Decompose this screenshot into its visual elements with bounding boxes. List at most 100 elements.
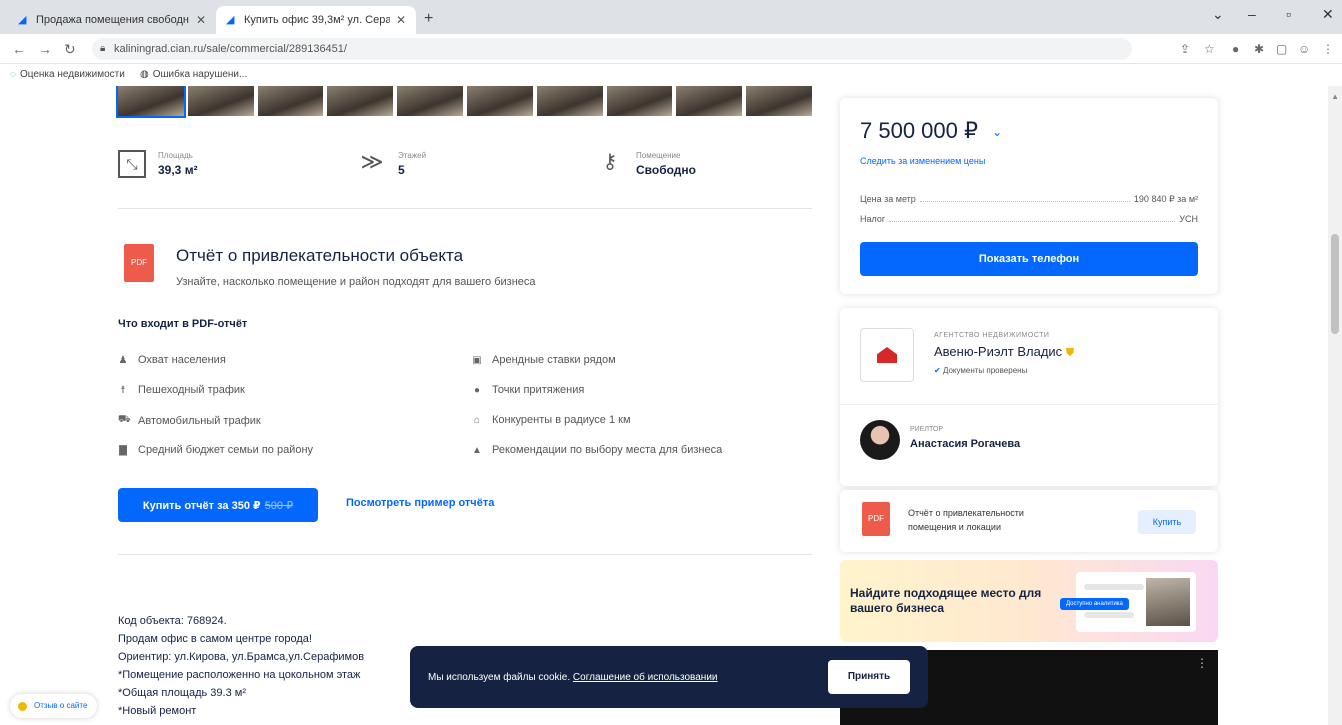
bookmark-star-icon[interactable]: ☆ bbox=[1204, 42, 1215, 56]
feature-item: ♟ Охват населения bbox=[118, 354, 226, 366]
agency-card: АГЕНТСТВО НЕДВИЖИМОСТИ Авеню-Риэлт Влади… bbox=[840, 308, 1218, 486]
divider bbox=[840, 404, 1218, 405]
maximize-icon[interactable]: ▫ bbox=[1286, 6, 1291, 22]
tab-search-icon[interactable]: ⌄ bbox=[1212, 6, 1224, 23]
more-options-icon[interactable]: ⋮ bbox=[1196, 656, 1208, 670]
tab-close-icon[interactable]: ✕ bbox=[396, 13, 406, 27]
car-icon: ⛟ bbox=[118, 414, 131, 425]
cookie-banner: Мы используем файлы cookie. Соглашение о… bbox=[410, 646, 928, 708]
scroll-up-icon[interactable]: ▲ bbox=[1331, 92, 1339, 101]
browser-tab-bar: ◢ Продажа помещения свободн ✕ ◢ Купить о… bbox=[0, 0, 1342, 34]
shop-icon: ⌂ bbox=[473, 414, 481, 426]
feature-item: ⌂ Конкуренты в радиусе 1 км bbox=[473, 414, 631, 426]
back-icon[interactable]: ← bbox=[12, 41, 26, 57]
house-icon bbox=[877, 347, 897, 363]
new-tab-icon[interactable]: + bbox=[424, 10, 433, 28]
realtor-name[interactable]: Анастасия Рогачева bbox=[910, 438, 1020, 450]
photo-thumbnail[interactable] bbox=[187, 86, 254, 116]
buy-report-small-button[interactable]: Купить bbox=[1138, 510, 1196, 534]
photo-thumbnail[interactable] bbox=[606, 86, 673, 116]
price-row: Цена за метр 190 840 ₽ за м² bbox=[860, 194, 1198, 204]
view-example-link[interactable]: Посмотреть пример отчёта bbox=[346, 497, 494, 509]
lock-icon: 🔒︎ bbox=[100, 43, 106, 54]
puzzle-icon[interactable]: ✱ bbox=[1254, 42, 1264, 56]
check-icon: ✔ bbox=[934, 366, 941, 375]
description: Код объекта: 768924. Продам офис в самом… bbox=[118, 615, 365, 717]
tab-title: Продажа помещения свободн bbox=[36, 14, 190, 26]
price-row: Налог УСН bbox=[860, 214, 1198, 224]
feature-item: ☨ Пешеходный трафик bbox=[118, 384, 245, 396]
photo-thumbnail[interactable] bbox=[676, 86, 743, 116]
buy-report-button[interactable]: Купить отчёт за 350 ₽ 500 ₽ bbox=[118, 488, 318, 522]
promo-banner[interactable]: Найдите подходящее место для вашего бизн… bbox=[840, 560, 1218, 642]
photo-thumbnail[interactable] bbox=[257, 86, 324, 116]
photo-thumbnail[interactable] bbox=[116, 86, 186, 118]
minimize-icon[interactable]: – bbox=[1248, 6, 1256, 22]
scrollbar[interactable]: ▲ bbox=[1328, 86, 1342, 725]
object-params: ⤡ Площадь 39,3 м² ≫ Этажей 5 ⚷ Помещение… bbox=[118, 150, 812, 194]
photo-thumbnail[interactable] bbox=[536, 86, 603, 116]
chevron-down-icon[interactable]: ⌄ bbox=[992, 125, 1002, 139]
url-text: kaliningrad.cian.ru/sale/commercial/2891… bbox=[114, 43, 347, 55]
photo-thumbnail[interactable] bbox=[327, 86, 394, 116]
price-card: 7 500 000 ₽ ⌄ Следить за изменением цены… bbox=[840, 98, 1218, 294]
tab-title: Купить офис 39,3м² ул. Серафи bbox=[244, 14, 390, 26]
extension-icon[interactable]: ● bbox=[1232, 42, 1239, 56]
feature-item: ⛟ Автомобильный трафик bbox=[118, 414, 261, 427]
pdf-icon: PDF bbox=[124, 244, 154, 282]
feedback-dot-icon bbox=[18, 702, 27, 711]
price: 7 500 000 ₽ ⌄ bbox=[860, 118, 1003, 143]
key-icon: ⚷ bbox=[602, 151, 618, 173]
browser-tab-active[interactable]: ◢ Купить офис 39,3м² ул. Серафи ✕ bbox=[216, 6, 416, 34]
url-field[interactable]: 🔒︎ kaliningrad.cian.ru/sale/commercial/2… bbox=[92, 38, 1132, 60]
photo-thumbnail[interactable] bbox=[466, 86, 533, 116]
photo-thumbnail[interactable] bbox=[746, 86, 812, 116]
calendar-icon: ▣ bbox=[472, 354, 482, 366]
report-title: Отчёт о привлекательности объекта bbox=[176, 246, 464, 265]
agency-name[interactable]: Авеню-Риэлт Владис ⛊ bbox=[934, 344, 1074, 360]
address-bar: ← → ↻ 🔒︎ kaliningrad.cian.ru/sale/commer… bbox=[0, 34, 1342, 64]
feature-item: ▣ Арендные ставки рядом bbox=[472, 354, 616, 366]
param-area: ⤡ Площадь 39,3 м² bbox=[118, 150, 198, 178]
verified-badge: ✔ Документы проверены bbox=[934, 366, 1028, 375]
track-price-link[interactable]: Следить за изменением цены bbox=[860, 156, 985, 166]
sidepanel-icon[interactable]: ▢ bbox=[1276, 42, 1287, 56]
divider bbox=[118, 208, 812, 209]
share-icon[interactable]: ⇪ bbox=[1180, 42, 1190, 56]
bookmark-item[interactable]: ◌ Оценка недвижимости bbox=[10, 69, 125, 80]
show-phone-button[interactable]: Показать телефон bbox=[860, 242, 1198, 276]
feature-item: ● Точки притяжения bbox=[473, 384, 585, 396]
forward-icon[interactable]: → bbox=[38, 41, 52, 57]
bookmarks-bar: ◌ Оценка недвижимости ◍ Ошибка нарушени.… bbox=[0, 64, 1342, 86]
feedback-button[interactable]: Отзыв о сайте bbox=[10, 694, 98, 718]
browser-tab[interactable]: ◢ Продажа помещения свободн ✕ bbox=[8, 6, 216, 34]
wallet-icon: ▇ bbox=[119, 444, 127, 456]
avatar[interactable] bbox=[860, 420, 900, 460]
cian-favicon-icon: ◢ bbox=[226, 14, 235, 26]
photo-thumbnail[interactable] bbox=[397, 86, 463, 116]
photo-thumbnails bbox=[116, 86, 812, 118]
feature-item: ▲ Рекомендации по выбору места для бизне… bbox=[472, 444, 723, 456]
bookmark-item[interactable]: ◍ Ошибка нарушени... bbox=[140, 69, 247, 80]
param-floors: ≫ Этажей 5 bbox=[358, 150, 426, 178]
walk-icon: ☨ bbox=[120, 384, 126, 396]
scrollbar-thumb[interactable] bbox=[1331, 234, 1339, 334]
pin-icon: ● bbox=[473, 384, 481, 396]
close-window-icon[interactable]: ✕ bbox=[1322, 6, 1334, 23]
area-icon: ⤡ bbox=[118, 150, 146, 178]
divider bbox=[118, 554, 812, 555]
agency-logo[interactable] bbox=[860, 328, 914, 382]
floors-icon: ≫ bbox=[360, 149, 384, 174]
page-content: ⤡ Площадь 39,3 м² ≫ Этажей 5 ⚷ Помещение… bbox=[0, 86, 1342, 725]
bookmark-leaf-icon: ◌ bbox=[10, 69, 16, 80]
accept-cookies-button[interactable]: Принять bbox=[828, 660, 910, 694]
shield-icon: ⛊ bbox=[1065, 347, 1075, 359]
tab-close-icon[interactable]: ✕ bbox=[196, 13, 206, 27]
terms-link[interactable]: Соглашение об использовании bbox=[573, 672, 718, 683]
report-card: PDF Отчёт о привлекательности помещения … bbox=[840, 490, 1218, 552]
reload-icon[interactable]: ↻ bbox=[64, 41, 76, 58]
profile-icon[interactable]: ☺ bbox=[1298, 42, 1310, 56]
pdf-icon: PDF bbox=[862, 502, 890, 536]
menu-icon[interactable]: ⋮ bbox=[1322, 42, 1334, 56]
param-premises: ⚷ Помещение Свободно bbox=[596, 150, 696, 178]
